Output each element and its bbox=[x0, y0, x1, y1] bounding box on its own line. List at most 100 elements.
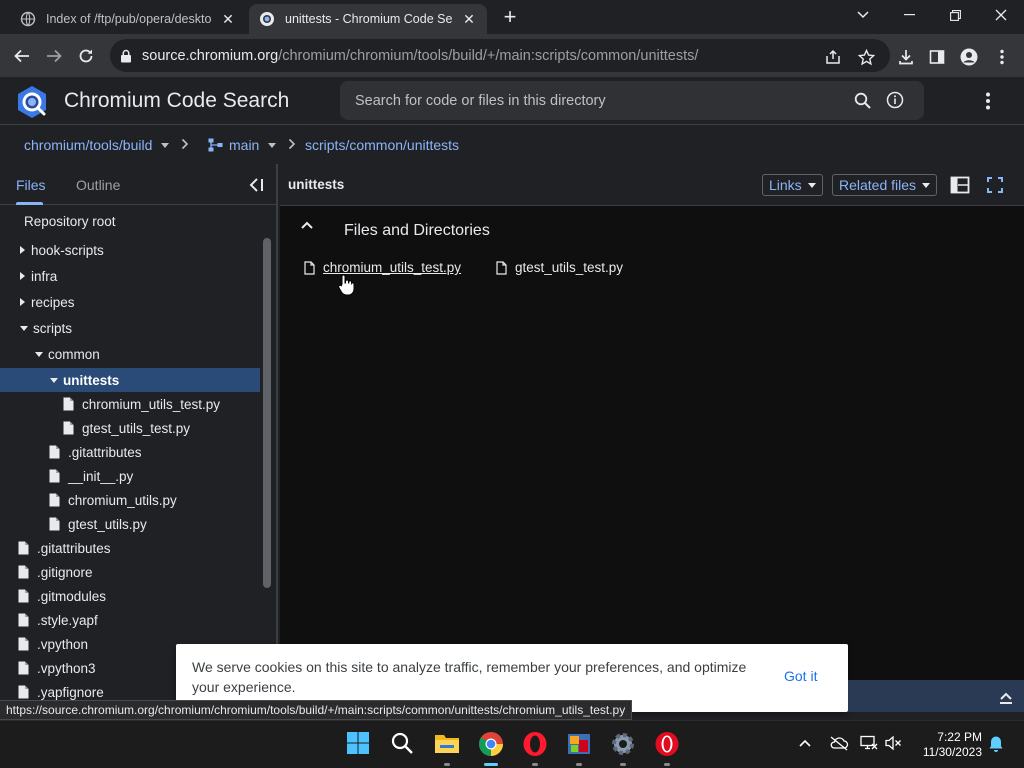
caret-down-icon bbox=[922, 182, 931, 188]
file-link-gtest-utils-test[interactable]: gtest_utils_test.py bbox=[496, 260, 623, 275]
tree-item-label: recipes bbox=[31, 294, 75, 310]
collapse-panel-icon[interactable] bbox=[248, 176, 266, 194]
collapse-section-toggle[interactable] bbox=[300, 220, 314, 230]
volume-muted-icon[interactable] bbox=[884, 735, 902, 753]
reload-icon[interactable] bbox=[72, 42, 100, 70]
address-bar[interactable]: source.chromium.org/chromium/chromium/to… bbox=[110, 39, 890, 72]
tree-scrollbar[interactable] bbox=[263, 238, 271, 588]
bookmark-star-icon[interactable] bbox=[855, 46, 877, 68]
search-icon[interactable] bbox=[852, 90, 872, 110]
taskbar-clock[interactable]: 7:22 PM 11/30/2023 bbox=[912, 730, 982, 760]
chrome-icon[interactable] bbox=[478, 731, 504, 757]
caret-down-icon[interactable] bbox=[20, 325, 28, 331]
tree-file[interactable]: .gitmodules bbox=[18, 584, 106, 608]
search-icon[interactable] bbox=[390, 731, 416, 757]
tab-files[interactable]: Files bbox=[16, 177, 46, 193]
caret-down-icon bbox=[807, 182, 816, 188]
expand-panel-icon[interactable] bbox=[998, 690, 1014, 706]
chromium-code-search-logo[interactable] bbox=[14, 84, 50, 120]
tree-folder[interactable]: recipes bbox=[20, 290, 75, 314]
file-link-chromium-utils-test[interactable]: chromium_utils_test.py bbox=[304, 260, 461, 275]
tree-folder[interactable]: unittests bbox=[0, 368, 260, 392]
close-window-icon[interactable] bbox=[978, 0, 1024, 30]
tree-file[interactable]: .vpython bbox=[18, 632, 88, 656]
caret-right-icon[interactable] bbox=[20, 272, 25, 280]
file-icon bbox=[18, 589, 29, 603]
opera-gx-icon[interactable] bbox=[654, 731, 680, 757]
tree-file[interactable]: chromium_utils.py bbox=[49, 488, 177, 512]
code-search-header: Chromium Code Search bbox=[0, 77, 1024, 125]
chevron-right-icon bbox=[181, 137, 189, 153]
tree-file[interactable]: gtest_utils.py bbox=[49, 512, 147, 536]
download-icon[interactable] bbox=[895, 46, 917, 68]
minimize-icon[interactable] bbox=[886, 0, 932, 30]
opera-icon[interactable] bbox=[522, 731, 548, 757]
browser-tab-code-search[interactable]: unittests - Chromium Code Search ✕ bbox=[249, 4, 487, 34]
settings-gear-icon[interactable] bbox=[610, 731, 636, 757]
url-path: /chromium/chromium/tools/build/+/main:sc… bbox=[278, 47, 699, 64]
repo-selector[interactable]: chromium/tools/build bbox=[24, 137, 170, 153]
breadcrumb-path[interactable]: scripts/common/unittests bbox=[305, 137, 459, 153]
info-icon[interactable] bbox=[885, 90, 905, 110]
tree-file[interactable]: .gitattributes bbox=[18, 536, 111, 560]
file-icon bbox=[18, 685, 29, 699]
more-options-icon[interactable] bbox=[978, 90, 998, 112]
tree-file[interactable]: .gitignore bbox=[18, 560, 93, 584]
file-icon bbox=[49, 517, 60, 531]
caret-right-icon[interactable] bbox=[20, 246, 25, 254]
tree-file[interactable]: .style.yapf bbox=[18, 608, 98, 632]
forward-arrow-icon[interactable] bbox=[40, 42, 68, 70]
new-tab-button[interactable]: + bbox=[498, 6, 522, 30]
back-arrow-icon[interactable] bbox=[8, 42, 36, 70]
profile-avatar-icon[interactable] bbox=[958, 46, 980, 68]
windows-start-icon[interactable] bbox=[346, 731, 372, 757]
tree-file[interactable]: .gitattributes bbox=[49, 440, 142, 464]
branch-selector[interactable]: main bbox=[208, 137, 277, 153]
tree-folder[interactable]: infra bbox=[20, 264, 57, 288]
fullscreen-icon[interactable] bbox=[986, 176, 1006, 194]
share-icon[interactable] bbox=[822, 46, 844, 68]
show-hidden-icons-chevron[interactable] bbox=[797, 735, 815, 753]
tree-file[interactable]: gtest_utils_test.py bbox=[63, 416, 190, 440]
code-search-box[interactable] bbox=[340, 81, 924, 120]
tree-file[interactable]: .vpython3 bbox=[18, 656, 96, 680]
image-viewer-icon[interactable] bbox=[566, 731, 592, 757]
notification-bell-icon[interactable] bbox=[988, 735, 1006, 753]
tree-file[interactable]: chromium_utils_test.py bbox=[63, 392, 220, 416]
chevron-up-icon bbox=[301, 221, 313, 229]
status-bar-url: https://source.chromium.org/chromium/chr… bbox=[0, 700, 633, 720]
tab-search-chevron-icon[interactable] bbox=[840, 0, 886, 30]
related-files-dropdown[interactable]: Related files bbox=[832, 174, 938, 196]
lock-icon[interactable] bbox=[120, 49, 134, 63]
caret-right-icon[interactable] bbox=[20, 298, 25, 306]
caret-down-icon bbox=[268, 142, 277, 148]
tree-item-label: gtest_utils.py bbox=[68, 516, 147, 532]
caret-down-icon[interactable] bbox=[50, 377, 58, 383]
code-search-input[interactable] bbox=[355, 92, 835, 109]
tree-folder[interactable]: hook-scripts bbox=[20, 238, 104, 262]
tree-folder[interactable]: common bbox=[35, 342, 100, 366]
branch-icon bbox=[208, 138, 223, 152]
close-tab-icon[interactable]: ✕ bbox=[461, 11, 477, 27]
browser-menu-icon[interactable] bbox=[991, 46, 1013, 68]
file-icon bbox=[496, 260, 507, 275]
file-explorer-icon[interactable] bbox=[434, 731, 460, 757]
network-icon[interactable] bbox=[860, 735, 878, 753]
links-dropdown[interactable]: Links bbox=[762, 174, 823, 196]
cookie-message: We serve cookies on this site to analyze… bbox=[192, 659, 747, 695]
tree-item-label: infra bbox=[31, 268, 58, 284]
running-indicator bbox=[620, 763, 626, 766]
close-tab-icon[interactable]: ✕ bbox=[220, 11, 236, 27]
repo-name: chromium/tools/build bbox=[24, 137, 153, 153]
repository-root[interactable]: Repository root bbox=[24, 209, 116, 233]
layout-toggle-icon[interactable] bbox=[950, 176, 970, 194]
restore-icon[interactable] bbox=[932, 0, 978, 30]
caret-down-icon[interactable] bbox=[35, 351, 43, 357]
side-panel-icon[interactable] bbox=[926, 46, 948, 68]
tree-file[interactable]: __init__.py bbox=[49, 464, 133, 488]
onedrive-offline-icon[interactable] bbox=[829, 735, 849, 753]
got-it-button[interactable]: Got it bbox=[784, 668, 817, 684]
tree-folder[interactable]: scripts bbox=[20, 316, 72, 340]
browser-tab-ftp-index[interactable]: Index of /ftp/pub/opera/desktop ✕ bbox=[10, 4, 246, 34]
tab-outline[interactable]: Outline bbox=[76, 177, 120, 193]
